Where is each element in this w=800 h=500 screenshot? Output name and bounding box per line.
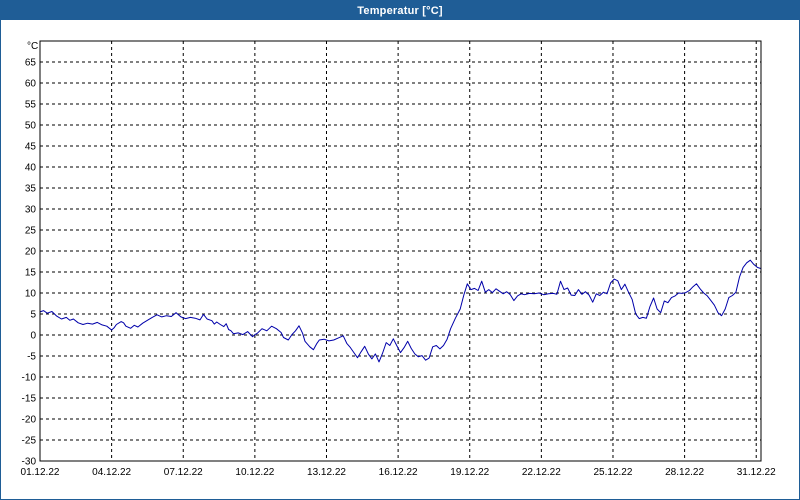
y-tick-label: 55: [25, 100, 37, 111]
y-tick-label: 60: [25, 79, 37, 90]
x-tick-label: 31.12.22: [737, 467, 776, 478]
y-tick-label: 45: [25, 142, 37, 153]
y-tick-label: 50: [25, 121, 37, 132]
x-tick-label: 04.12.22: [92, 467, 131, 478]
x-tick-label: 13.12.22: [307, 467, 346, 478]
y-tick-label: 15: [25, 268, 37, 279]
chart-window: Temperatur [°C] 65 60 55 50 45 40 35 30 25 20 15 10…: [0, 0, 800, 500]
y-tick-label: -20: [22, 415, 37, 426]
y-tick-label: 40: [25, 163, 37, 174]
x-tick-label: 19.12.22: [450, 467, 489, 478]
y-tick-label: -15: [22, 394, 37, 405]
x-axis: 01.12.22 04.12.22 07.12.22 10.12.22 13.12.22…: [21, 467, 777, 478]
y-tick-label: -25: [22, 436, 37, 447]
y-tick-label: 10: [25, 289, 37, 300]
y-axis: 65605550454035302520151050-5-10-15-20-25…: [22, 58, 37, 468]
y-tick-label: 5: [30, 310, 36, 321]
x-tick-label: 16.12.22: [379, 467, 418, 478]
y-tick-label: 25: [25, 226, 37, 237]
y-tick-label: 0: [30, 331, 36, 342]
y-tick-label: -5: [27, 352, 36, 363]
x-tick-label: 25.12.22: [594, 467, 633, 478]
x-tick-label: 07.12.22: [164, 467, 203, 478]
y-tick-label: 65: [25, 58, 37, 69]
y-axis-unit-label: °C: [27, 41, 38, 52]
x-tick-label: 22.12.22: [522, 467, 561, 478]
y-tick-label: 35: [25, 184, 37, 195]
x-tick-label: 28.12.22: [665, 467, 704, 478]
y-tick-label: -10: [22, 373, 37, 384]
y-tick-label: 20: [25, 247, 37, 258]
grid-lines: [40, 41, 761, 461]
y-tick-label: 30: [25, 205, 37, 216]
temperature-chart: 65605550454035302520151050-5-10-15-20-25…: [21, 40, 777, 478]
x-tick-label: 01.12.22: [21, 467, 60, 478]
y-tick-label: -30: [22, 457, 37, 468]
x-tick-label: 10.12.22: [235, 467, 274, 478]
